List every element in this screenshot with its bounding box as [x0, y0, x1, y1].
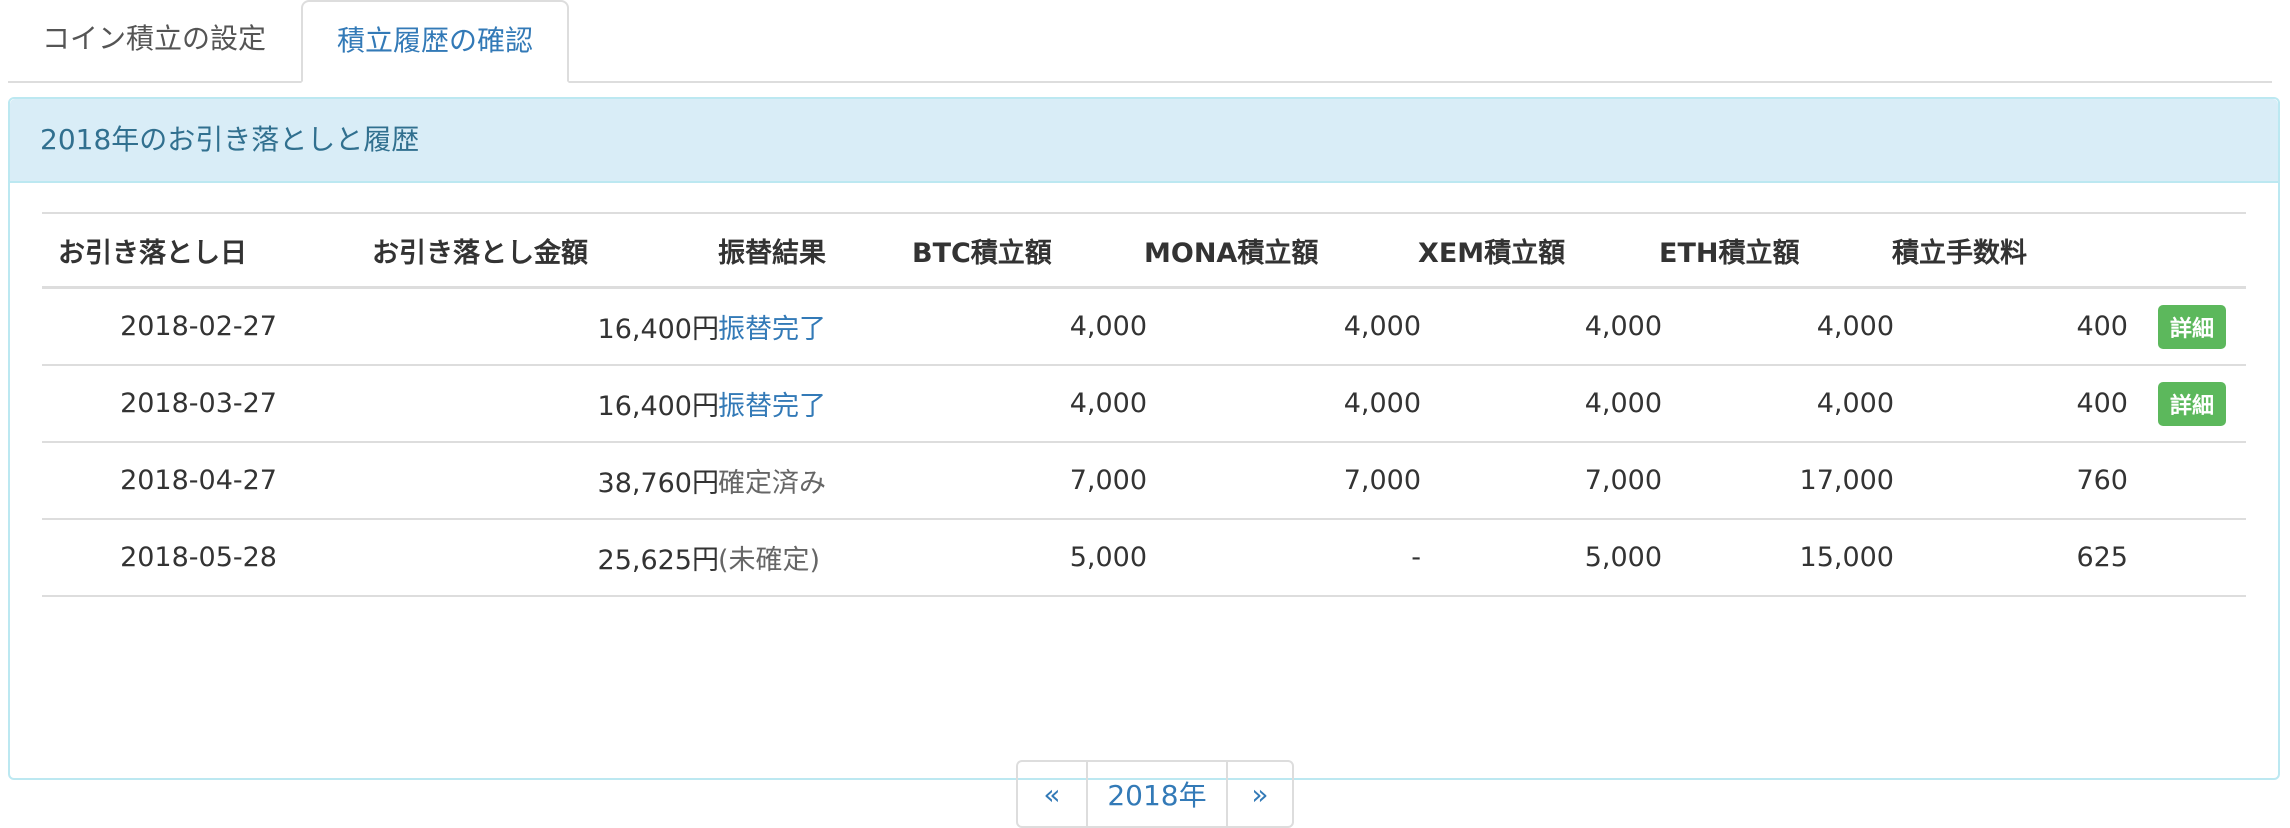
row-detail-cell: 詳細: [2146, 289, 2226, 364]
header-amount: お引き落とし金額: [372, 237, 588, 269]
table-row: 2018-03-27 16,400円 振替完了 4,000 4,000 4,00…: [42, 366, 2246, 443]
row-fee: 625: [2076, 542, 2128, 573]
panel-title: 2018年のお引き落としと履歴: [10, 99, 2278, 183]
row-date: 2018-05-28: [120, 542, 277, 573]
prev-year-button[interactable]: «: [1018, 762, 1088, 826]
row-eth: 15,000: [1799, 542, 1894, 573]
next-year-button[interactable]: »: [1228, 762, 1292, 826]
history-table: お引き落とし日 お引き落とし金額 振替結果 BTC積立額 MONA積立額 XEM…: [42, 212, 2246, 597]
row-date: 2018-02-27: [120, 311, 277, 342]
year-pagination: « 2018年 »: [1016, 760, 1294, 828]
row-result-link[interactable]: 振替完了: [718, 289, 898, 364]
row-xem: 7,000: [1584, 465, 1662, 496]
row-btc: 4,000: [1069, 311, 1147, 342]
header-eth: ETH積立額: [1659, 237, 1800, 269]
row-eth: 4,000: [1816, 311, 1894, 342]
row-mona: 4,000: [1343, 311, 1421, 342]
table-row: 2018-04-27 38,760円 確定済み 7,000 7,000 7,00…: [42, 443, 2246, 520]
row-result-link[interactable]: 振替完了: [718, 366, 898, 441]
tab-history[interactable]: 積立履歴の確認: [301, 0, 569, 83]
row-fee: 400: [2076, 388, 2128, 419]
header-mona: MONA積立額: [1144, 237, 1319, 269]
row-date: 2018-03-27: [120, 388, 277, 419]
row-eth: 4,000: [1816, 388, 1894, 419]
detail-button[interactable]: 詳細: [2157, 304, 2226, 349]
history-panel: 2018年のお引き落としと履歴 お引き落とし日 お引き落とし金額 振替結果 BT…: [8, 97, 2280, 828]
row-btc: 7,000: [1069, 465, 1147, 496]
row-mona: 4,000: [1343, 388, 1421, 419]
row-result: (未確定): [718, 545, 821, 576]
row-amount: 16,400円: [597, 314, 719, 345]
row-eth: 17,000: [1799, 465, 1894, 496]
table-row: 2018-05-28 25,625円 (未確定) 5,000 - 5,000 1…: [42, 520, 2246, 597]
row-xem: 5,000: [1584, 542, 1662, 573]
row-btc: 4,000: [1069, 388, 1147, 419]
row-amount: 16,400円: [597, 391, 719, 422]
tab-bar: コイン積立の設定 積立履歴の確認: [8, 0, 2272, 83]
table-row: 2018-02-27 16,400円 振替完了 4,000 4,000 4,00…: [42, 289, 2246, 366]
tab-coin-settings[interactable]: コイン積立の設定: [8, 0, 300, 81]
row-mona: -: [1411, 542, 1421, 573]
row-amount: 38,760円: [597, 468, 719, 499]
row-result: 確定済み: [718, 468, 826, 499]
header-btc: BTC積立額: [912, 237, 1052, 269]
header-result: 振替結果: [718, 237, 826, 269]
row-btc: 5,000: [1069, 542, 1147, 573]
row-detail-cell: 詳細: [2146, 366, 2226, 441]
row-xem: 4,000: [1584, 311, 1662, 342]
row-mona: 7,000: [1343, 465, 1421, 496]
table-header-row: お引き落とし日 お引き落とし金額 振替結果 BTC積立額 MONA積立額 XEM…: [42, 214, 2246, 289]
header-date: お引き落とし日: [58, 237, 247, 269]
detail-button[interactable]: 詳細: [2157, 381, 2226, 426]
header-fee: 積立手数料: [1892, 237, 2027, 269]
row-fee: 760: [2076, 465, 2128, 496]
row-xem: 4,000: [1584, 388, 1662, 419]
row-date: 2018-04-27: [120, 465, 277, 496]
row-amount: 25,625円: [597, 545, 719, 576]
current-year[interactable]: 2018年: [1088, 762, 1228, 826]
header-xem: XEM積立額: [1418, 237, 1566, 269]
row-fee: 400: [2076, 311, 2128, 342]
